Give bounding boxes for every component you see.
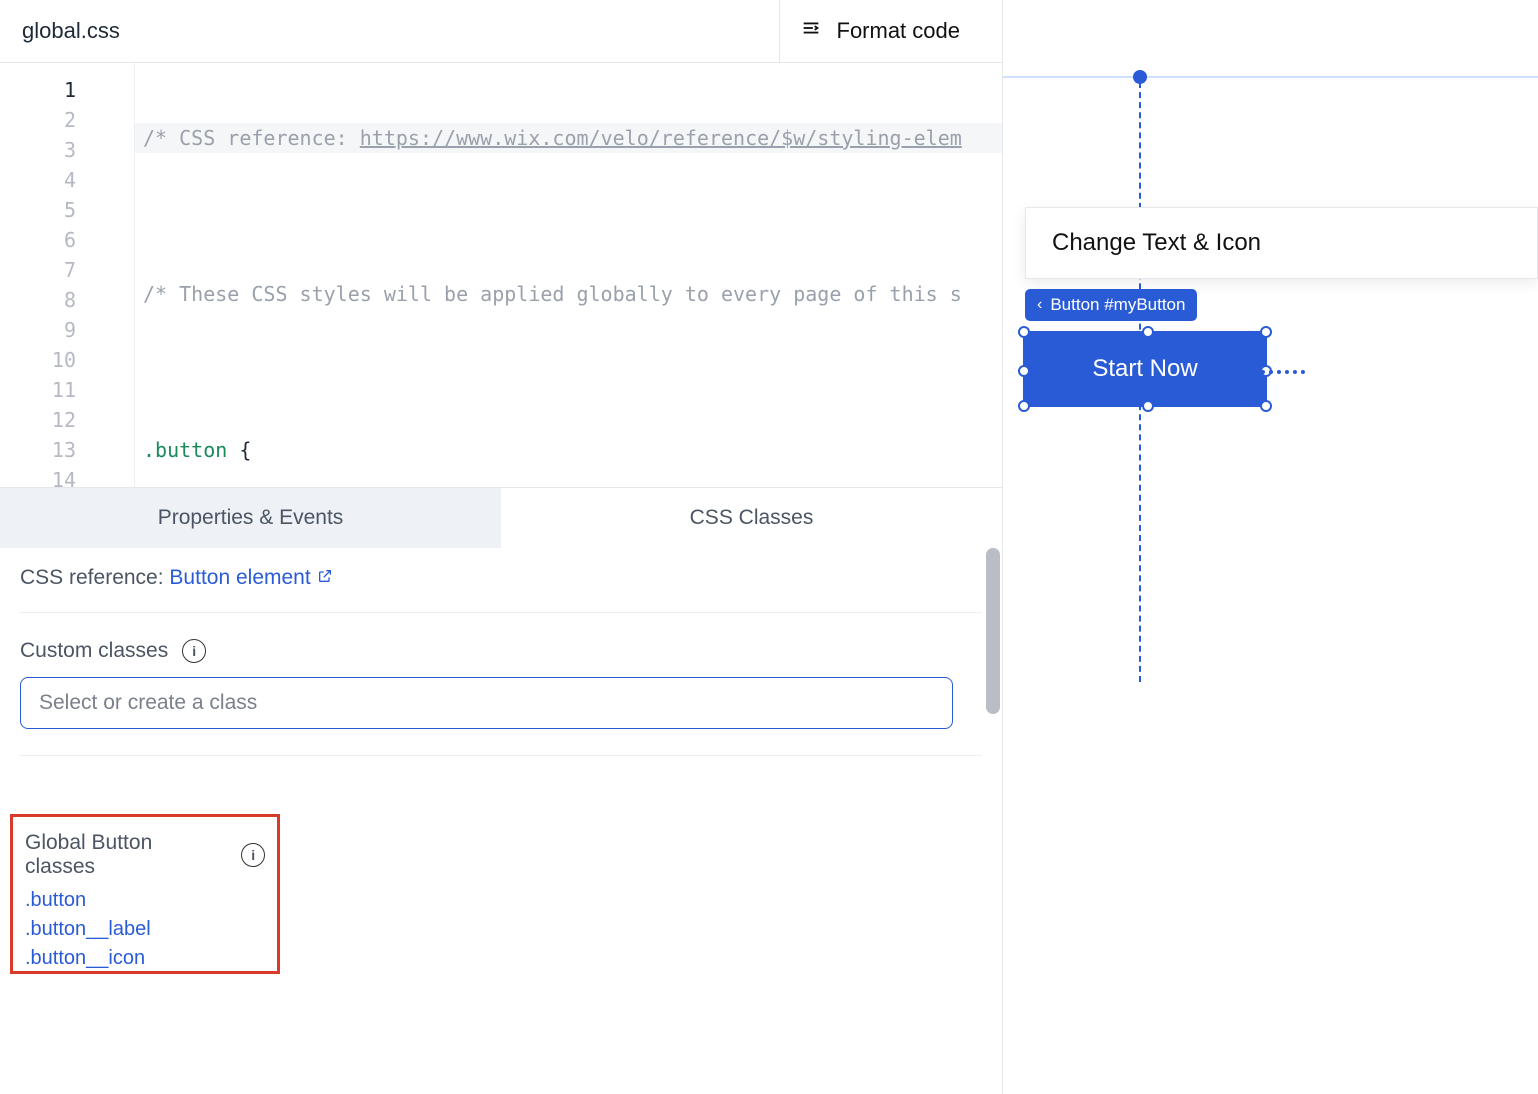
format-code-label: Format code <box>837 18 961 44</box>
external-link-icon <box>317 566 333 590</box>
code-comment: /* CSS reference: <box>143 126 360 150</box>
code-editor[interactable]: 1 2 3 4 5 6 7 8 9 10 11 12 13 14 /* CSS … <box>0 63 1002 487</box>
horizontal-guide <box>1261 370 1305 374</box>
bottom-panel: Properties & Events CSS Classes CSS refe… <box>0 487 1002 1094</box>
change-text-icon-tooltip[interactable]: Change Text & Icon <box>1025 207 1538 279</box>
line-number: 11 <box>0 375 134 405</box>
element-breadcrumb-label: Button #myButton <box>1050 295 1185 315</box>
global-classes-label: Global Button classes i <box>25 831 265 879</box>
line-gutter: 1 2 3 4 5 6 7 8 9 10 11 12 13 14 <box>0 63 135 487</box>
line-number: 14 <box>0 465 134 487</box>
panel-body: CSS reference: Button element Custom cla… <box>0 548 1002 1094</box>
line-number: 4 <box>0 165 134 195</box>
code-line: /* These CSS styles will be applied glob… <box>135 279 1002 309</box>
custom-classes-label: Custom classes i <box>20 639 982 663</box>
chevron-left-icon: ‹ <box>1037 296 1042 314</box>
line-number: 3 <box>0 135 134 165</box>
format-code-icon <box>800 17 822 45</box>
tab-css-classes[interactable]: CSS Classes <box>501 488 1002 548</box>
info-icon[interactable]: i <box>182 639 206 663</box>
global-class-item[interactable]: .button__icon <box>25 947 265 970</box>
code-comment: /* These CSS styles will be applied glob… <box>143 282 962 306</box>
panel-tabs: Properties & Events CSS Classes <box>0 488 1002 548</box>
css-reference-line: CSS reference: Button element <box>20 566 982 613</box>
editor-topbar: global.css Format code <box>0 0 1002 63</box>
custom-classes-text: Custom classes <box>20 639 168 663</box>
line-number: 1 <box>0 75 134 105</box>
css-reference-label: CSS reference: <box>20 566 164 589</box>
code-line <box>135 357 1002 387</box>
scrollbar[interactable] <box>986 548 1000 714</box>
code-brace: { <box>227 438 251 462</box>
line-number: 12 <box>0 405 134 435</box>
line-number: 2 <box>0 105 134 135</box>
global-classes-highlight: Global Button classes i .button .button_… <box>10 814 280 974</box>
custom-class-input[interactable]: Select or create a class <box>20 677 953 729</box>
divider <box>20 755 982 756</box>
line-number: 10 <box>0 345 134 375</box>
line-number: 7 <box>0 255 134 285</box>
tab-properties-events[interactable]: Properties & Events <box>0 488 501 548</box>
line-number: 5 <box>0 195 134 225</box>
code-line: .button { <box>135 435 1002 465</box>
preview-button[interactable]: Start Now <box>1025 333 1265 405</box>
format-code-button[interactable]: Format code <box>779 0 981 62</box>
global-class-item[interactable]: .button <box>25 889 265 912</box>
line-number: 6 <box>0 225 134 255</box>
code-area[interactable]: /* CSS reference: https://www.wix.com/ve… <box>135 63 1002 487</box>
code-selector: .button <box>143 438 227 462</box>
global-class-item[interactable]: .button__label <box>25 918 265 941</box>
code-line <box>135 201 1002 231</box>
preview-pane: Change Text & Icon ‹ Button #myButton St… <box>1003 0 1538 1094</box>
line-number: 9 <box>0 315 134 345</box>
info-icon[interactable]: i <box>241 843 265 867</box>
element-breadcrumb-chip[interactable]: ‹ Button #myButton <box>1025 289 1197 321</box>
file-tab[interactable]: global.css <box>22 18 120 44</box>
global-classes-text: Global Button classes <box>25 831 225 879</box>
code-url[interactable]: https://www.wix.com/velo/reference/$w/st… <box>360 126 962 150</box>
code-pane: global.css Format code 1 2 3 4 <box>0 0 1003 1094</box>
line-number: 13 <box>0 435 134 465</box>
css-reference-link[interactable]: Button element <box>169 566 332 590</box>
custom-class-placeholder: Select or create a class <box>39 691 257 715</box>
ruler[interactable] <box>1003 76 1538 78</box>
code-line: /* CSS reference: https://www.wix.com/ve… <box>135 123 1002 153</box>
line-number: 8 <box>0 285 134 315</box>
css-reference-link-text: Button element <box>169 566 310 590</box>
